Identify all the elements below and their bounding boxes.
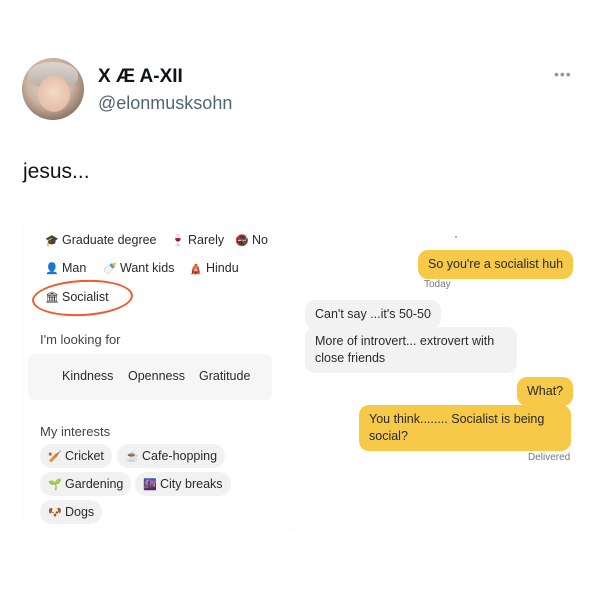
religion-icon: 🛕: [189, 263, 203, 275]
message-outgoing[interactable]: What?: [517, 377, 574, 406]
message-outgoing[interactable]: So you're a socialist huh: [418, 250, 574, 279]
wine-glass-icon: 🍷: [171, 235, 185, 247]
interest-chip: 🏏 Cricket: [40, 444, 112, 468]
chip-family-plans: 🍼 Want kids: [95, 256, 182, 280]
chip-label: Man: [62, 261, 87, 275]
no-smoking-icon: 🚭: [235, 235, 249, 247]
message-incoming[interactable]: More of introvert... extrovert with clos…: [305, 327, 517, 373]
avatar[interactable]: [22, 58, 84, 120]
interest-chip: ☕ Cafe-hopping: [117, 444, 226, 468]
message-incoming[interactable]: Can't say ...it's 50-50: [305, 300, 441, 329]
today-label: Today: [424, 279, 451, 290]
graduation-cap-icon: 🎓: [45, 235, 59, 247]
chip-gender: 👤 Man: [37, 256, 94, 280]
chip-label: Dogs: [65, 505, 95, 519]
display-name[interactable]: X Æ A-XII: [98, 66, 183, 88]
chip-label: Graduate degree: [62, 233, 157, 247]
decorative-dot: [455, 236, 457, 238]
looking-for-item: Gratitude: [199, 369, 251, 383]
person-icon: 👤: [45, 263, 59, 275]
interest-chip: 🌱 Gardening: [40, 472, 132, 496]
cricket-icon: 🏏: [48, 451, 62, 463]
chip-label: Gardening: [65, 477, 124, 491]
chip-label: Cafe-hopping: [142, 449, 218, 463]
more-horizontal-icon[interactable]: •••: [554, 66, 572, 82]
looking-for-item: Kindness: [62, 369, 114, 383]
coffee-icon: ☕: [125, 451, 139, 463]
user-handle[interactable]: @elonmusksohn: [98, 93, 232, 114]
looking-for-item: Openness: [128, 369, 185, 383]
tweet-text: jesus...: [23, 160, 90, 183]
interest-chip: 🌆 City breaks: [135, 472, 231, 496]
chip-drinking: 🍷 Rarely: [163, 228, 232, 252]
city-night-icon: 🌆: [143, 479, 157, 491]
chip-label: No: [252, 233, 268, 247]
delivered-label: Delivered: [528, 452, 571, 463]
message-outgoing[interactable]: You think........ Socialist is being soc…: [359, 405, 571, 451]
chip-religion: 🛕 Hindu: [181, 256, 247, 280]
chip-label: Cricket: [65, 449, 104, 463]
interests-label: My interests: [40, 424, 111, 439]
looking-for-label: I'm looking for: [40, 332, 121, 347]
chip-smoking: 🚭 No: [227, 228, 276, 252]
chip-label: Hindu: [206, 261, 239, 275]
chip-label: Want kids: [120, 261, 175, 275]
dog-icon: 🐶: [48, 507, 62, 519]
chip-label: City breaks: [160, 477, 223, 491]
pacifier-icon: 🍼: [103, 263, 117, 275]
chip-education: 🎓 Graduate degree: [37, 228, 165, 252]
chip-label: Rarely: [188, 233, 225, 247]
interest-chip: 🐶 Dogs: [40, 500, 103, 524]
seedling-icon: 🌱: [48, 479, 62, 491]
avatar-face: [38, 76, 70, 112]
